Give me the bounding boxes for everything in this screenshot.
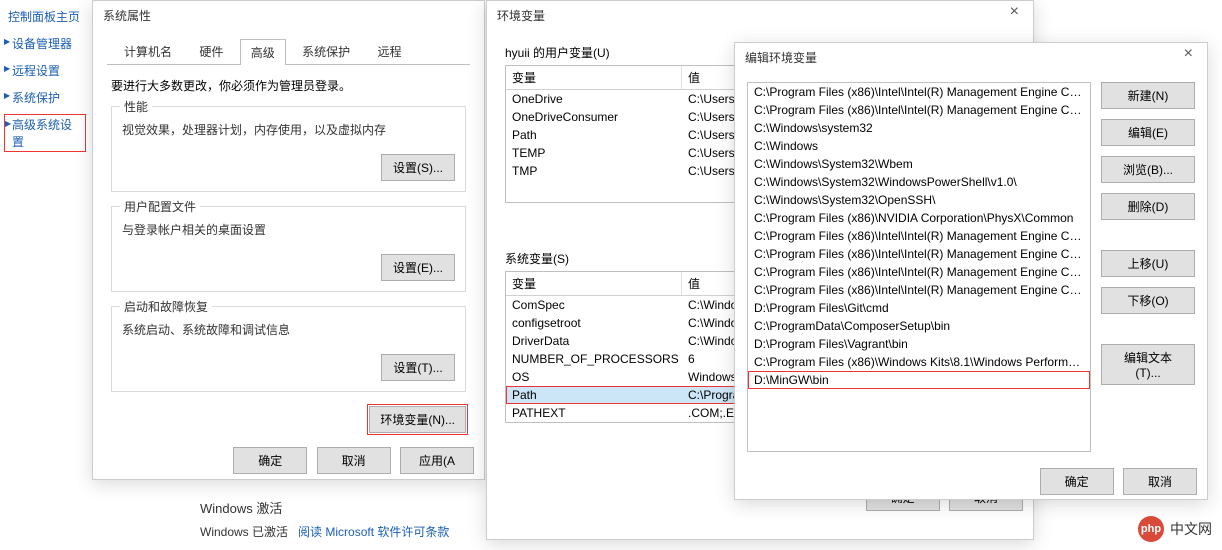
list-item[interactable]: C:\Program Files (x86)\Intel\Intel(R) Ma…	[748, 101, 1090, 119]
close-icon[interactable]: ×	[1002, 3, 1027, 21]
edit-button[interactable]: 编辑(E)	[1101, 119, 1195, 146]
list-item[interactable]: C:\Windows\System32\WindowsPowerShell\v1…	[748, 173, 1090, 191]
cell-name: TEMP	[506, 145, 682, 161]
title-text: 系统属性	[103, 9, 151, 23]
system-properties-dialog: 系统属性 计算机名 硬件 高级 系统保护 远程 要进行大多数更改，你必须作为管理…	[92, 0, 485, 480]
edit-env-variable-dialog: 编辑环境变量 × C:\Program Files (x86)\Intel\In…	[734, 42, 1208, 500]
logo-text: 中文网	[1170, 519, 1212, 539]
list-item[interactable]: C:\Windows\System32\OpenSSH\	[748, 191, 1090, 209]
cell-name: OneDriveConsumer	[506, 109, 682, 125]
title-text: 环境变量	[497, 9, 545, 23]
control-panel-sidebar: 控制面板主页 设备管理器 远程设置 系统保护 高级系统设置	[0, 0, 90, 158]
new-button[interactable]: 新建(N)	[1101, 82, 1195, 109]
apply-button[interactable]: 应用(A	[400, 447, 474, 474]
dialog-buttons: 确定 取消	[735, 462, 1207, 505]
license-link[interactable]: 阅读 Microsoft 软件许可条款	[298, 525, 449, 539]
userprofile-settings-button[interactable]: 设置(E)...	[381, 254, 455, 281]
list-item[interactable]: C:\Windows\System32\Wbem	[748, 155, 1090, 173]
dialog-buttons: 确定 取消 应用(A	[93, 441, 484, 484]
list-item[interactable]: C:\Program Files (x86)\Intel\Intel(R) Ma…	[748, 227, 1090, 245]
cell-name: NUMBER_OF_PROCESSORS	[506, 351, 682, 367]
hdr-var: 变量	[506, 272, 682, 295]
list-item[interactable]: C:\Program Files (x86)\Intel\Intel(R) Ma…	[748, 83, 1090, 101]
tab-hardware[interactable]: 硬件	[188, 38, 234, 64]
cell-name: OneDrive	[506, 91, 682, 107]
dialog-title: 编辑环境变量 ×	[735, 43, 1207, 72]
sidebar-item-device-manager[interactable]: 设备管理器	[4, 33, 86, 54]
delete-button[interactable]: 删除(D)	[1101, 193, 1195, 220]
list-item[interactable]: C:\Program Files (x86)\Intel\Intel(R) Ma…	[748, 281, 1090, 299]
tab-bar: 计算机名 硬件 高级 系统保护 远程	[107, 38, 470, 65]
cell-name: OS	[506, 369, 682, 385]
cancel-button[interactable]: 取消	[317, 447, 391, 474]
tab-remote[interactable]: 远程	[366, 38, 412, 64]
dialog-title: 系统属性	[93, 1, 484, 30]
group-label: 性能	[120, 98, 152, 115]
ok-button[interactable]: 确定	[1040, 468, 1114, 495]
move-up-button[interactable]: 上移(U)	[1101, 250, 1195, 277]
group-userprofile: 用户配置文件 与登录帐户相关的桌面设置 设置(E)...	[111, 206, 466, 292]
title-text: 编辑环境变量	[745, 51, 817, 65]
group-desc: 系统启动、系统故障和调试信息	[122, 321, 455, 338]
sidebar-item-protection[interactable]: 系统保护	[4, 87, 86, 108]
cell-name: PATHEXT	[506, 405, 682, 421]
list-item[interactable]: D:\MinGW\bin	[748, 371, 1090, 389]
sidebar-item-advanced[interactable]: 高级系统设置	[4, 114, 86, 152]
ok-button[interactable]: 确定	[233, 447, 307, 474]
performance-settings-button[interactable]: 设置(S)...	[381, 154, 455, 181]
env-variables-button[interactable]: 环境变量(N)...	[369, 406, 466, 433]
cell-name: TMP	[506, 163, 682, 179]
list-item[interactable]: C:\Windows\system32	[748, 119, 1090, 137]
group-desc: 视觉效果，处理器计划，内存使用，以及虚拟内存	[122, 121, 455, 138]
side-buttons: 新建(N) 编辑(E) 浏览(B)... 删除(D) 上移(U) 下移(O) 编…	[1101, 82, 1195, 452]
cell-name: configsetroot	[506, 315, 682, 331]
cell-name: Path	[506, 127, 682, 143]
startup-settings-button[interactable]: 设置(T)...	[381, 354, 455, 381]
hdr-var: 变量	[506, 66, 682, 89]
group-startup: 启动和故障恢复 系统启动、系统故障和调试信息 设置(T)...	[111, 306, 466, 392]
tab-protection[interactable]: 系统保护	[291, 38, 361, 64]
logo-icon: php	[1138, 516, 1164, 542]
close-icon[interactable]: ×	[1176, 45, 1201, 63]
list-item[interactable]: C:\Program Files (x86)\Windows Kits\8.1\…	[748, 353, 1090, 371]
cancel-button[interactable]: 取消	[1123, 468, 1197, 495]
tab-computername[interactable]: 计算机名	[113, 38, 183, 64]
activation-heading: Windows 激活	[200, 498, 449, 517]
group-label: 启动和故障恢复	[120, 298, 212, 315]
group-label: 用户配置文件	[120, 198, 200, 215]
cell-name: DriverData	[506, 333, 682, 349]
edit-text-button[interactable]: 编辑文本(T)...	[1101, 344, 1195, 385]
browse-button[interactable]: 浏览(B)...	[1101, 156, 1195, 183]
activation-section: Windows 激活 Windows 已激活 阅读 Microsoft 软件许可…	[200, 498, 449, 540]
list-item[interactable]: C:\Program Files (x86)\Intel\Intel(R) Ma…	[748, 245, 1090, 263]
sidebar-item-remote[interactable]: 远程设置	[4, 60, 86, 81]
site-logo: php 中文网	[1138, 516, 1212, 542]
path-list[interactable]: C:\Program Files (x86)\Intel\Intel(R) Ma…	[747, 82, 1091, 452]
list-item[interactable]: C:\ProgramData\ComposerSetup\bin	[748, 317, 1090, 335]
cell-name: ComSpec	[506, 297, 682, 313]
group-performance: 性能 视觉效果，处理器计划，内存使用，以及虚拟内存 设置(S)...	[111, 106, 466, 192]
cp-home-link[interactable]: 控制面板主页	[4, 6, 86, 27]
tab-advanced[interactable]: 高级	[240, 39, 286, 65]
list-item[interactable]: D:\Program Files\Git\cmd	[748, 299, 1090, 317]
activation-status: Windows 已激活	[200, 525, 288, 539]
list-item[interactable]: C:\Windows	[748, 137, 1090, 155]
dialog-title: 环境变量 ×	[487, 1, 1033, 30]
list-item[interactable]: C:\Program Files (x86)\Intel\Intel(R) Ma…	[748, 263, 1090, 281]
move-down-button[interactable]: 下移(O)	[1101, 287, 1195, 314]
group-desc: 与登录帐户相关的桌面设置	[122, 221, 455, 238]
list-item[interactable]: C:\Program Files (x86)\NVIDIA Corporatio…	[748, 209, 1090, 227]
list-item[interactable]: D:\Program Files\Vagrant\bin	[748, 335, 1090, 353]
cell-name: Path	[506, 387, 682, 403]
admin-note: 要进行大多数更改，你必须作为管理员登录。	[111, 77, 466, 94]
